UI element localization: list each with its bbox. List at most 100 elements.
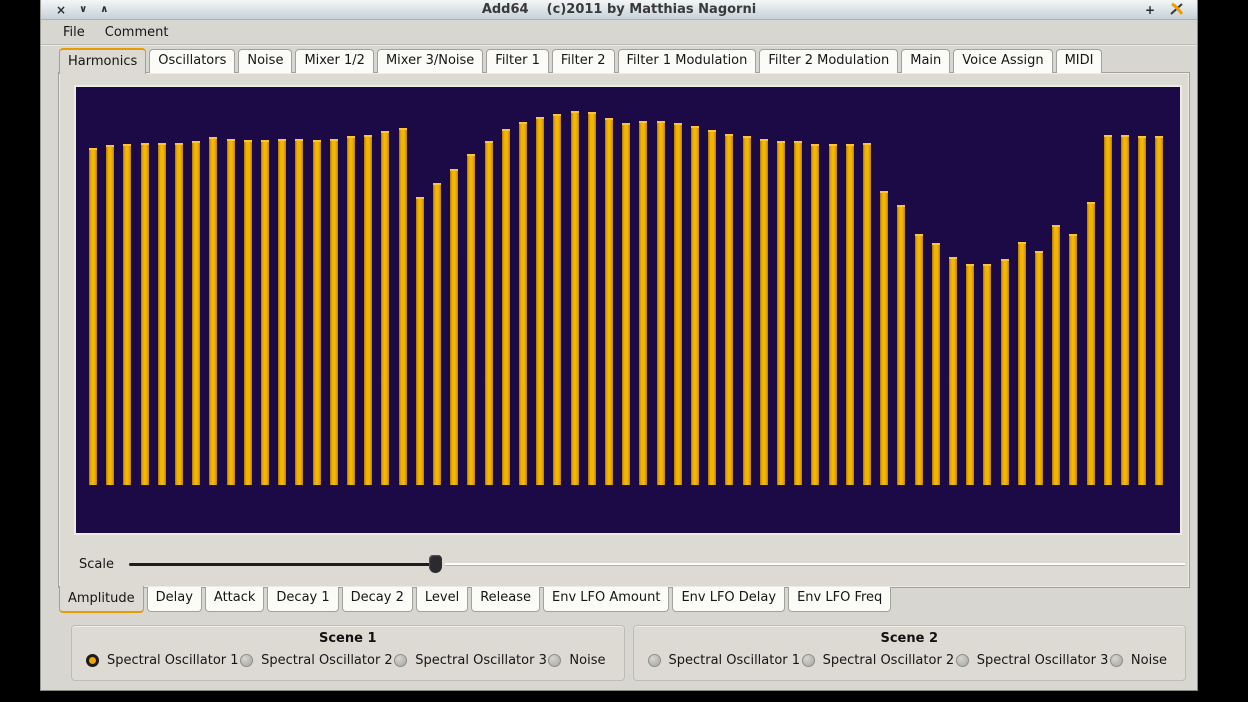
- envtab-decay-2[interactable]: Decay 2: [342, 587, 413, 612]
- harmonic-bar-27[interactable]: [536, 117, 544, 485]
- envtab-env-lfo-amount[interactable]: Env LFO Amount: [543, 587, 669, 612]
- harmonic-bar-5[interactable]: [158, 143, 166, 485]
- scene-2-radio-noise[interactable]: Noise: [1110, 653, 1167, 668]
- harmonic-bar-44[interactable]: [829, 144, 837, 485]
- envtab-delay[interactable]: Delay: [147, 587, 202, 612]
- harmonic-bar-62[interactable]: [1138, 136, 1146, 485]
- harmonic-bar-58[interactable]: [1069, 234, 1077, 485]
- harmonic-bar-3[interactable]: [123, 144, 131, 485]
- harmonic-bar-52[interactable]: [966, 264, 974, 485]
- harmonic-bar-48[interactable]: [897, 205, 905, 485]
- tab-harmonics[interactable]: Harmonics: [59, 48, 146, 74]
- app-icon[interactable]: [1169, 1, 1185, 20]
- scene-2-radio-spectral-oscillator-1[interactable]: Spectral Oscillator 1: [648, 653, 801, 668]
- harmonic-bar-37[interactable]: [708, 130, 716, 485]
- harmonic-bar-18[interactable]: [381, 131, 389, 485]
- tab-midi[interactable]: MIDI: [1056, 49, 1103, 73]
- harmonic-bar-6[interactable]: [175, 143, 183, 485]
- menu-file[interactable]: File: [55, 23, 93, 42]
- harmonic-bar-61[interactable]: [1121, 135, 1129, 485]
- harmonic-bar-34[interactable]: [657, 121, 665, 485]
- harmonic-bar-63[interactable]: [1155, 136, 1163, 485]
- harmonic-bar-50[interactable]: [932, 243, 940, 485]
- tab-filter-1-modulation[interactable]: Filter 1 Modulation: [618, 49, 757, 73]
- envtab-decay-1[interactable]: Decay 1: [267, 587, 338, 612]
- harmonic-bar-22[interactable]: [450, 169, 458, 485]
- harmonic-bar-10[interactable]: [244, 140, 252, 485]
- tab-mixer-1-2[interactable]: Mixer 1/2: [295, 49, 374, 73]
- harmonic-bar-9[interactable]: [227, 139, 235, 485]
- harmonic-bar-51[interactable]: [949, 257, 957, 485]
- harmonic-bar-56[interactable]: [1035, 251, 1043, 485]
- harmonic-bar-54[interactable]: [1001, 259, 1009, 485]
- harmonic-bar-43[interactable]: [811, 144, 819, 485]
- harmonic-bar-25[interactable]: [502, 129, 510, 485]
- envtab-env-lfo-freq[interactable]: Env LFO Freq: [788, 587, 891, 612]
- scale-slider[interactable]: [129, 555, 1185, 573]
- slider-track-filled[interactable]: [129, 563, 435, 566]
- slider-handle[interactable]: [429, 555, 442, 573]
- slider-track-empty[interactable]: [445, 563, 1185, 565]
- tab-filter-2-modulation[interactable]: Filter 2 Modulation: [759, 49, 898, 73]
- harmonic-bar-47[interactable]: [880, 191, 888, 485]
- harmonic-bar-2[interactable]: [106, 145, 114, 485]
- harmonic-bar-7[interactable]: [192, 141, 200, 485]
- harmonic-bar-26[interactable]: [519, 122, 527, 485]
- tab-filter-1[interactable]: Filter 1: [486, 49, 549, 73]
- harmonic-bar-8[interactable]: [209, 137, 217, 485]
- harmonic-bar-19[interactable]: [399, 128, 407, 485]
- harmonic-bar-1[interactable]: [89, 148, 97, 485]
- tab-noise[interactable]: Noise: [238, 49, 292, 73]
- harmonic-bar-16[interactable]: [347, 136, 355, 485]
- scene-1-radio-noise[interactable]: Noise: [548, 653, 605, 668]
- zoom-icon[interactable]: +: [1145, 4, 1155, 16]
- tab-main[interactable]: Main: [901, 49, 950, 73]
- menu-comment[interactable]: Comment: [97, 23, 177, 42]
- harmonic-bar-57[interactable]: [1052, 225, 1060, 485]
- scene-1-radio-spectral-oscillator-3[interactable]: Spectral Oscillator 3: [394, 653, 547, 668]
- envtab-attack[interactable]: Attack: [205, 587, 265, 612]
- harmonics-spectrum-chart[interactable]: [74, 85, 1182, 535]
- harmonic-bar-35[interactable]: [674, 123, 682, 485]
- harmonic-bar-36[interactable]: [691, 126, 699, 485]
- tab-voice-assign[interactable]: Voice Assign: [953, 49, 1052, 73]
- harmonic-bar-60[interactable]: [1104, 135, 1112, 485]
- harmonic-bar-41[interactable]: [777, 141, 785, 485]
- harmonic-bar-42[interactable]: [794, 141, 802, 485]
- envtab-level[interactable]: Level: [416, 587, 468, 612]
- harmonic-bar-39[interactable]: [743, 136, 751, 485]
- harmonic-bar-14[interactable]: [313, 140, 321, 485]
- harmonic-bar-11[interactable]: [261, 140, 269, 485]
- scene-1-radio-spectral-oscillator-1[interactable]: Spectral Oscillator 1: [86, 653, 239, 668]
- harmonic-bar-55[interactable]: [1018, 242, 1026, 485]
- harmonic-bar-38[interactable]: [725, 134, 733, 485]
- harmonic-bar-20[interactable]: [416, 197, 424, 485]
- harmonic-bar-15[interactable]: [330, 139, 338, 485]
- harmonic-bar-30[interactable]: [588, 112, 596, 485]
- harmonic-bar-53[interactable]: [983, 264, 991, 485]
- harmonic-bar-13[interactable]: [295, 139, 303, 485]
- scene-2-radio-spectral-oscillator-3[interactable]: Spectral Oscillator 3: [956, 653, 1109, 668]
- harmonic-bar-45[interactable]: [846, 144, 854, 485]
- tab-mixer-3-noise[interactable]: Mixer 3/Noise: [377, 49, 483, 73]
- harmonic-bar-40[interactable]: [760, 139, 768, 485]
- scene-1-radio-spectral-oscillator-2[interactable]: Spectral Oscillator 2: [240, 653, 393, 668]
- harmonic-bar-28[interactable]: [553, 114, 561, 485]
- harmonic-bar-49[interactable]: [915, 234, 923, 485]
- envtab-release[interactable]: Release: [471, 587, 540, 612]
- harmonic-bar-29[interactable]: [571, 111, 579, 485]
- harmonic-bar-59[interactable]: [1087, 202, 1095, 485]
- harmonic-bar-12[interactable]: [278, 139, 286, 485]
- harmonic-bar-17[interactable]: [364, 135, 372, 485]
- harmonic-bar-33[interactable]: [639, 121, 647, 485]
- harmonic-bar-32[interactable]: [622, 123, 630, 485]
- harmonic-bar-21[interactable]: [433, 183, 441, 485]
- scene-2-radio-spectral-oscillator-2[interactable]: Spectral Oscillator 2: [802, 653, 955, 668]
- harmonic-bar-24[interactable]: [485, 141, 493, 485]
- envtab-env-lfo-delay[interactable]: Env LFO Delay: [672, 587, 785, 612]
- envtab-amplitude[interactable]: Amplitude: [59, 586, 144, 613]
- harmonic-bar-4[interactable]: [141, 143, 149, 485]
- tab-oscillators[interactable]: Oscillators: [149, 49, 235, 73]
- harmonic-bar-23[interactable]: [467, 154, 475, 485]
- tab-filter-2[interactable]: Filter 2: [552, 49, 615, 73]
